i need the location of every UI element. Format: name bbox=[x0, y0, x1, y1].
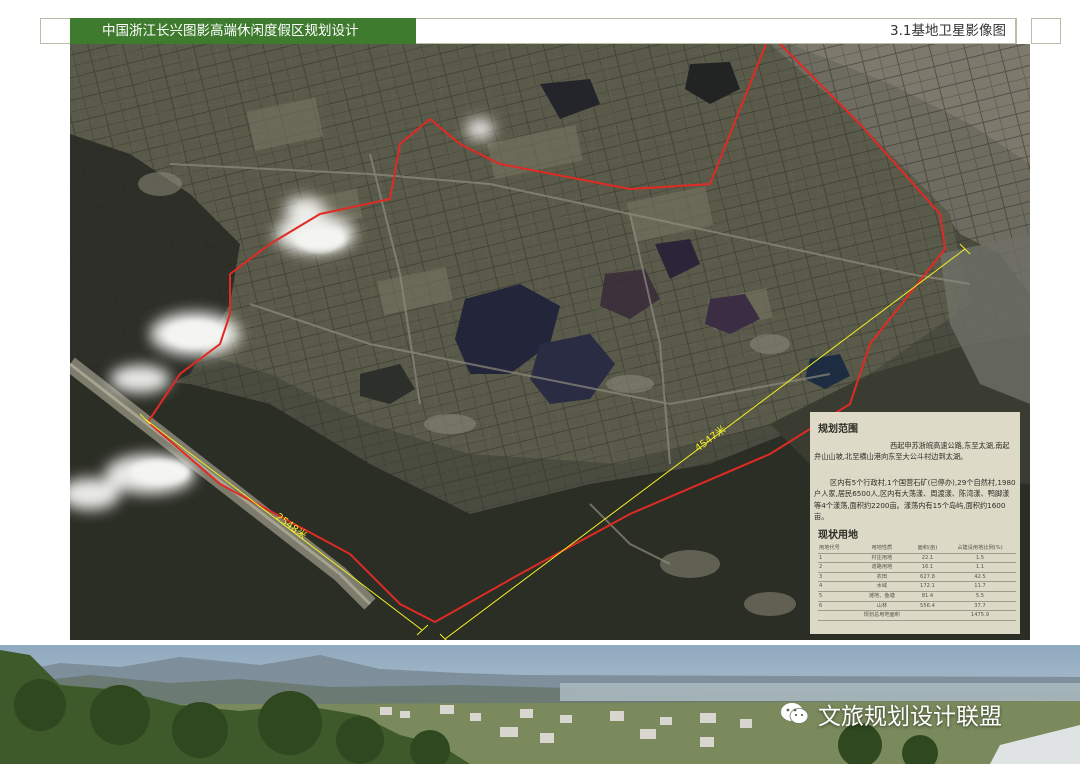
landuse-table: 用地代号 用地性质 面积(亩) 占建设用地比例(%) 1 村庄用地 22.1 1.5 2 道路用地… bbox=[818, 544, 1016, 621]
landuse-cell: 556.4 bbox=[911, 601, 944, 612]
landuse-cell: 4 bbox=[818, 581, 853, 592]
landuse-cell: 用地代号 bbox=[818, 544, 853, 554]
landuse-cell: 占建设用地比例(%) bbox=[943, 544, 1016, 554]
landuse-row: 2 道路用地 16.1 1.1 bbox=[818, 562, 1016, 573]
landuse-cell: 滩地、鱼塘 bbox=[852, 591, 912, 602]
landuse-cell: 农田 bbox=[852, 572, 912, 583]
landuse-cell: 面积(亩) bbox=[911, 544, 944, 554]
landuse-cell: 山林 bbox=[852, 601, 912, 612]
landuse-cell: 3 bbox=[818, 572, 853, 583]
landuse-cell: 16.1 bbox=[911, 562, 944, 573]
landuse-cell: 172.1 bbox=[911, 581, 944, 592]
landuse-cell: 6 bbox=[818, 601, 853, 612]
landuse-row: 3 农田 627.8 42.5 bbox=[818, 572, 1016, 583]
landuse-cell: 1475.9 bbox=[943, 610, 1016, 621]
landuse-cell: 道路用地 bbox=[852, 562, 912, 573]
landuse-row: 4 水域 172.1 11.7 bbox=[818, 581, 1016, 592]
section-label: 3.1基地卫星影像图 bbox=[890, 23, 1006, 39]
header-divider bbox=[1016, 18, 1017, 44]
landuse-cell: 用地性质 bbox=[852, 544, 912, 554]
landuse-cell: 水域 bbox=[852, 581, 912, 592]
landuse-cell: 1.1 bbox=[943, 562, 1016, 573]
landuse-cell: 627.8 bbox=[911, 572, 944, 583]
landuse-cell: 2 bbox=[818, 562, 853, 573]
landuse-row: 1 村庄用地 22.1 1.5 bbox=[818, 553, 1016, 564]
landuse-cell: 11.7 bbox=[943, 581, 1016, 592]
landuse-cell: 22.1 bbox=[911, 553, 944, 564]
landuse-row: 5 滩地、鱼塘 81.4 5.5 bbox=[818, 591, 1016, 602]
info-panel: 规划范围 西起申苏浙皖高速公路,东至太湖,南起弁山山坡,北至横山港向东至大公斗村… bbox=[810, 412, 1020, 634]
watermark-text: 文旅规划设计联盟 bbox=[818, 704, 1002, 730]
landuse-cell: 81.4 bbox=[911, 591, 944, 602]
landuse-cell: 村庄用地 bbox=[852, 553, 912, 564]
watermark: 文旅规划设计联盟 bbox=[780, 697, 1002, 731]
landuse-cell: 5 bbox=[818, 591, 853, 602]
landuse-heading: 现状用地 bbox=[818, 530, 858, 541]
landuse-cell bbox=[818, 610, 853, 621]
landuse-row: 规划总用地面积 1475.9 bbox=[818, 610, 1016, 621]
landuse-row: 6 山林 556.4 37.7 bbox=[818, 601, 1016, 612]
landuse-cell: 1 bbox=[818, 553, 853, 564]
project-title: 中国浙江长兴图影高端休闲度假区规划设计 bbox=[70, 18, 416, 44]
landuse-cell: 42.5 bbox=[943, 572, 1016, 583]
corner-box bbox=[1031, 18, 1061, 44]
landuse-cell: 5.5 bbox=[943, 591, 1016, 602]
scope-heading: 规划范围 bbox=[818, 424, 858, 435]
landuse-cell: 1.5 bbox=[943, 553, 1016, 564]
scope-text: 西起申苏浙皖高速公路,东至太湖,南起弁山山坡,北至横山港向东至大公斗村边到太湖。 bbox=[814, 441, 1010, 462]
wechat-icon bbox=[781, 703, 809, 724]
landuse-cell: 规划总用地面积 bbox=[852, 610, 912, 621]
landuse-cell: 37.7 bbox=[943, 601, 1016, 612]
landuse-row: 用地代号 用地性质 面积(亩) 占建设用地比例(%) bbox=[818, 544, 1016, 554]
landuse-cell bbox=[911, 610, 944, 621]
